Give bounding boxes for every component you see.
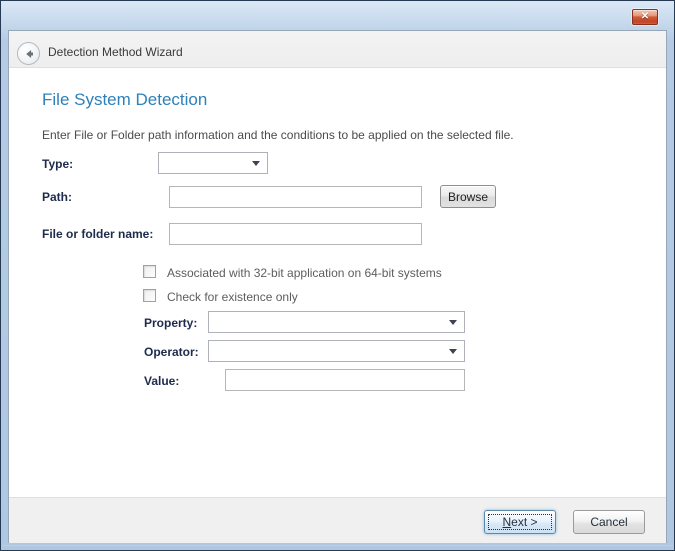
check-existence-only-label: Check for existence only xyxy=(167,290,298,304)
page-instruction: Enter File or Folder path information an… xyxy=(42,128,514,142)
type-dropdown[interactable] xyxy=(158,152,268,174)
chevron-down-icon xyxy=(449,320,457,325)
file-or-folder-name-input[interactable] xyxy=(169,223,422,245)
path-label: Path: xyxy=(42,190,72,204)
back-button[interactable] xyxy=(17,42,40,65)
footer-bar xyxy=(9,497,666,543)
chevron-down-icon xyxy=(252,161,260,166)
next-button[interactable]: Next > xyxy=(484,510,556,534)
file-or-folder-name-label: File or folder name: xyxy=(42,227,153,241)
path-input[interactable] xyxy=(169,186,422,208)
page-title: File System Detection xyxy=(42,90,207,110)
property-dropdown[interactable] xyxy=(208,311,465,333)
associated-32bit-checkbox[interactable] xyxy=(143,265,156,278)
browse-button[interactable]: Browse xyxy=(440,185,496,208)
operator-label: Operator: xyxy=(144,345,199,359)
chevron-down-icon xyxy=(449,349,457,354)
next-button-label: ext > xyxy=(511,515,537,529)
next-button-accesskey: N xyxy=(502,515,511,529)
operator-dropdown-value xyxy=(209,341,464,345)
property-dropdown-value xyxy=(209,312,464,316)
associated-32bit-label: Associated with 32-bit application on 64… xyxy=(167,266,442,280)
wizard-title: Detection Method Wizard xyxy=(48,45,183,59)
wizard-window: ✕ Detection Method Wizard File System De… xyxy=(0,0,675,551)
value-label: Value: xyxy=(144,374,179,388)
frame-bottom-accent xyxy=(2,545,673,546)
operator-dropdown[interactable] xyxy=(208,340,465,362)
type-label: Type: xyxy=(42,157,73,171)
value-input[interactable] xyxy=(225,369,465,391)
cancel-button[interactable]: Cancel xyxy=(573,510,645,534)
close-button[interactable]: ✕ xyxy=(632,9,658,25)
type-dropdown-value xyxy=(159,153,267,157)
close-icon: ✕ xyxy=(641,12,649,22)
check-existence-only-checkbox[interactable] xyxy=(143,289,156,302)
property-label: Property: xyxy=(144,316,197,330)
back-arrow-icon xyxy=(22,47,36,61)
